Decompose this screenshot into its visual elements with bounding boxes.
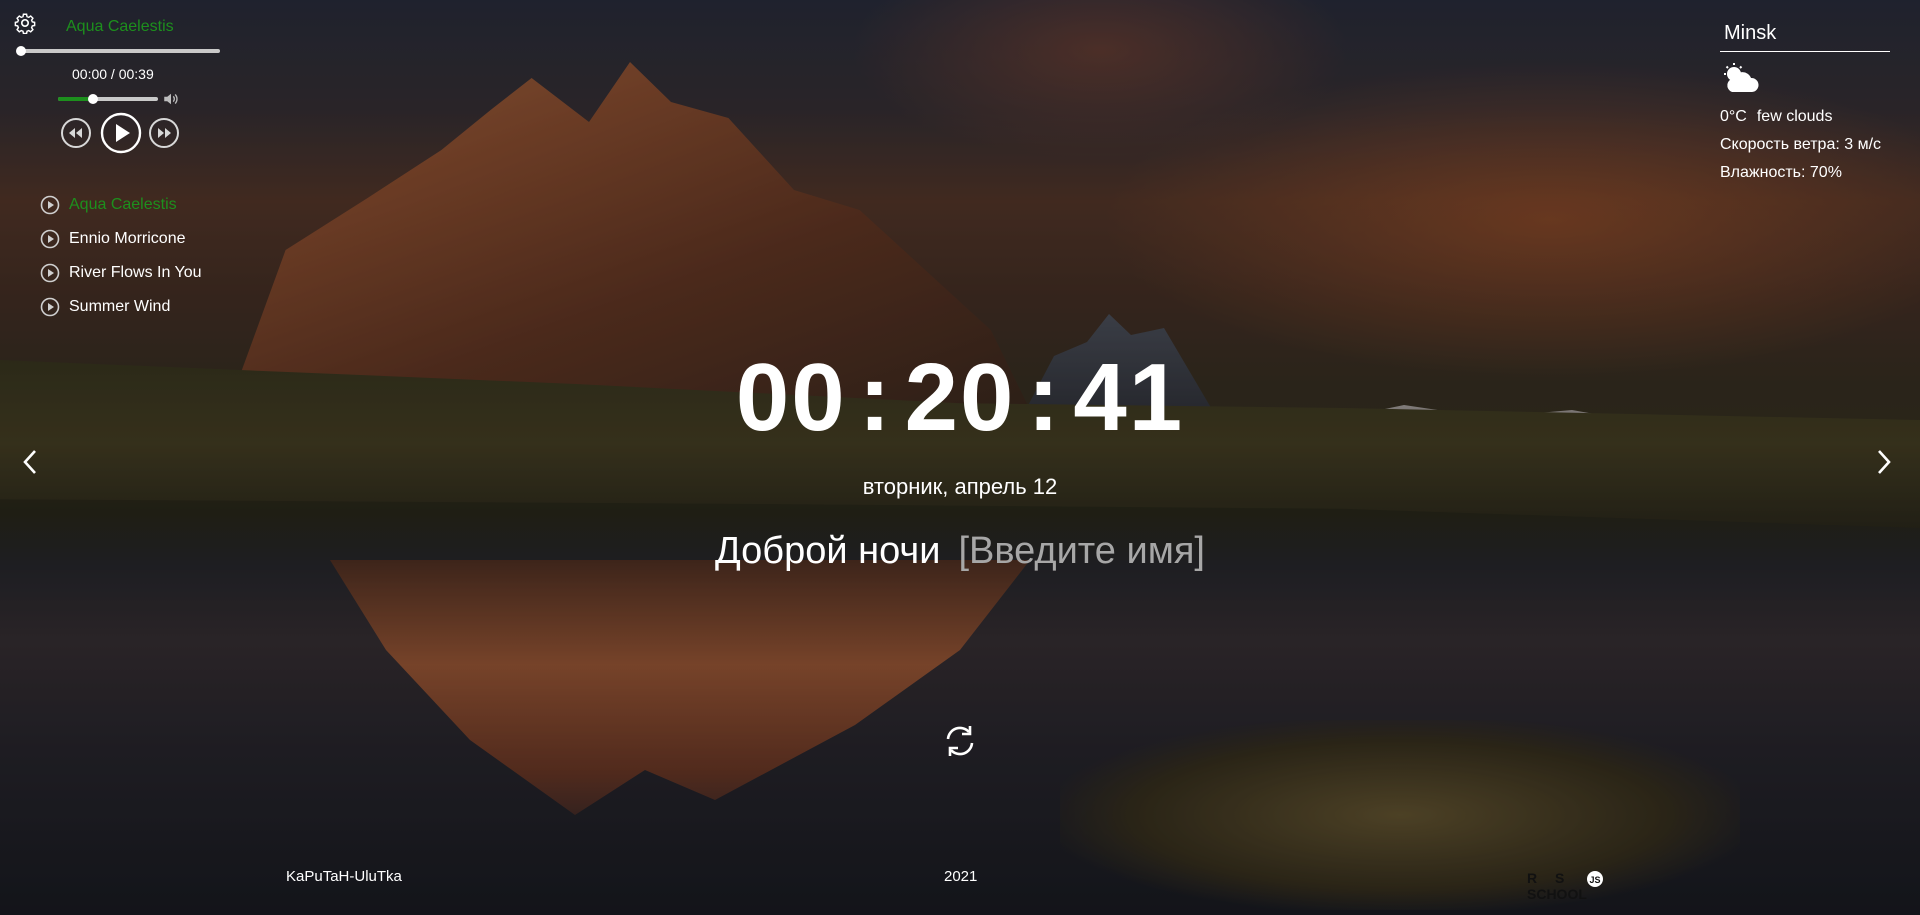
playlist-item-label: Ennio Morricone [69, 230, 186, 247]
progress-handle[interactable] [16, 46, 26, 56]
temperature: 0°C [1720, 108, 1747, 125]
svg-text:R: R [1527, 870, 1537, 886]
current-track-title: Aqua Caelestis [66, 18, 174, 35]
play-circle-icon [40, 297, 60, 317]
volume-handle[interactable] [88, 94, 98, 104]
background-image [0, 0, 1920, 915]
play-button[interactable] [100, 112, 142, 154]
clock-minutes: 20 [904, 344, 1016, 451]
svg-text:SCHOOL: SCHOOL [1527, 886, 1587, 902]
playlist-item-label: Summer Wind [69, 298, 171, 315]
humidity: Влажность: 70% [1720, 164, 1842, 181]
playlist-item[interactable]: Summer Wind [40, 290, 202, 324]
greeting-text: Доброй ночи [715, 530, 941, 572]
track-time: 00:00 / 00:39 [72, 66, 154, 82]
date: вторник, апрель 12 [862, 474, 1058, 499]
clock-separator: : [1027, 344, 1062, 451]
play-circle-icon [40, 195, 60, 215]
few-clouds-icon [1724, 63, 1759, 92]
refresh-icon[interactable] [942, 722, 978, 760]
volume-slider[interactable] [58, 94, 158, 104]
svg-text:S: S [1555, 870, 1564, 886]
volume-icon[interactable] [162, 90, 180, 108]
name-input[interactable]: [Введите имя] [958, 530, 1205, 573]
playlist: Aqua Caelestis Ennio Morricone River Flows… [40, 188, 202, 324]
svg-text:JS: JS [1590, 875, 1601, 885]
chevron-right-icon[interactable] [1874, 448, 1894, 476]
city-input[interactable] [1720, 20, 1890, 52]
clock-seconds: 41 [1073, 344, 1185, 451]
chevron-left-icon[interactable] [20, 448, 40, 476]
playlist-item-label: River Flows In You [69, 264, 202, 281]
clock-hours: 00 [735, 344, 847, 451]
rs-school-logo[interactable]: R S SCHOOL JS [1525, 868, 1605, 904]
fast-forward-button[interactable] [148, 117, 180, 149]
playlist-item[interactable]: River Flows In You [40, 256, 202, 290]
clock-separator: : [858, 344, 893, 451]
greeting: Доброй ночи [Введите имя] [0, 530, 1920, 573]
wind-speed: Скорость ветра: 3 м/с [1720, 136, 1882, 153]
playlist-item[interactable]: Ennio Morricone [40, 222, 202, 256]
weather-description: few clouds [1756, 108, 1833, 125]
progress-bar[interactable] [16, 46, 220, 56]
playlist-item-label: Aqua Caelestis [69, 196, 177, 213]
footer-author-link[interactable]: KaPuTaH-UluTka [286, 868, 402, 885]
clock: 00:20:41 [0, 350, 1920, 446]
weather-temp-line: 0°C few clouds [1720, 108, 1890, 126]
weather-widget: 0°C few clouds Скорость ветра: 3 м/с Влаж… [1720, 20, 1890, 182]
rewind-button[interactable] [60, 117, 92, 149]
footer-year: 2021 [944, 868, 978, 885]
play-circle-icon [40, 229, 60, 249]
playlist-item[interactable]: Aqua Caelestis [40, 188, 202, 222]
gear-icon[interactable] [14, 12, 36, 34]
play-circle-icon [40, 263, 60, 283]
